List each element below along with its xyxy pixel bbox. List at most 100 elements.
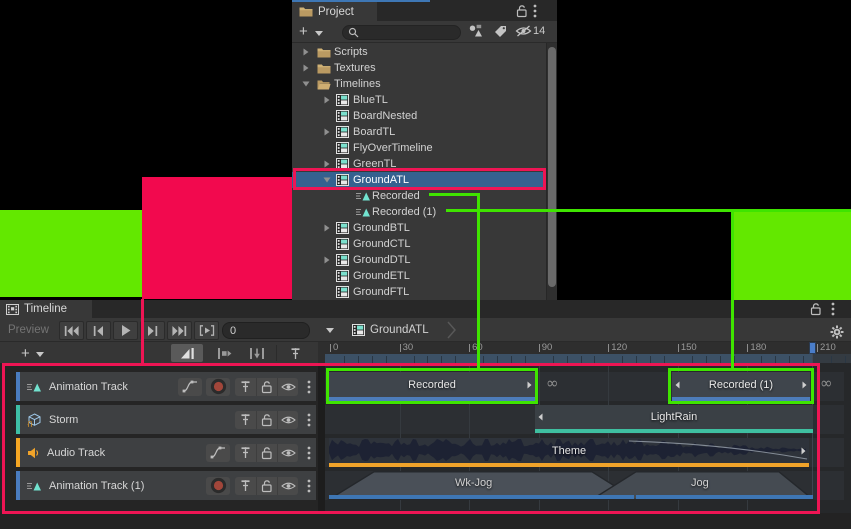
skip-end-button[interactable] <box>167 321 192 340</box>
ruler-tick <box>608 344 609 352</box>
tab-timeline[interactable]: Timeline <box>0 300 92 318</box>
breadcrumb[interactable]: GroundATL <box>370 324 429 336</box>
skip-start-icon <box>64 326 79 336</box>
ruler-minor-tick <box>414 356 415 363</box>
play-range-button[interactable] <box>194 321 219 340</box>
tree-item-label: GroundFTL <box>353 284 409 300</box>
timeline-asset-icon <box>336 236 349 252</box>
ruler-label: 30 <box>403 342 414 353</box>
screenshot-root: Project + 14 ScriptsTexturesTimelinesBlu… <box>0 0 851 529</box>
tree-item-label: GroundDTL <box>353 252 410 268</box>
annotation-green-line-recorded1-v <box>731 209 734 368</box>
add-track-caret-icon[interactable] <box>36 352 44 357</box>
ruler-minor-tick <box>761 356 762 363</box>
ruler-minor-tick <box>553 356 554 363</box>
ruler-tick <box>469 344 470 352</box>
project-tree-item-recorded[interactable]: Recorded <box>292 188 545 204</box>
tree-item-label: BlueTL <box>353 92 388 108</box>
ruler-minor-tick <box>525 356 526 363</box>
project-tree-item-recorded-1-[interactable]: Recorded (1) <box>292 204 545 220</box>
project-tree-item-groundbtl[interactable]: GroundBTL <box>292 220 545 236</box>
settings-gear-icon[interactable] <box>830 325 844 339</box>
toolbar-divider <box>276 345 277 361</box>
play-button[interactable] <box>113 321 138 340</box>
timeline-end-marker[interactable] <box>809 342 816 354</box>
project-tree-item-groundctl[interactable]: GroundCTL <box>292 236 545 252</box>
infinity-hold-icon: ∞ <box>820 374 833 392</box>
timeline-footer <box>0 513 851 529</box>
ruler-minor-tick <box>427 356 428 363</box>
ruler-minor-tick <box>511 356 512 363</box>
project-tree-item-bluetl[interactable]: BlueTL <box>292 92 545 108</box>
ruler-minor-tick <box>344 356 345 363</box>
timeline-asset-icon <box>336 108 349 124</box>
mix-mode-icon <box>180 348 195 359</box>
tree-item-label: BoardNested <box>353 108 417 124</box>
expand-arrow-icon[interactable] <box>323 252 331 268</box>
timeline-asset-icon <box>352 324 365 336</box>
ruler-label: 150 <box>681 342 697 353</box>
project-tree-item-grounddtl[interactable]: GroundDTL <box>292 252 545 268</box>
search-field[interactable] <box>342 25 461 40</box>
skip-start-button[interactable] <box>59 321 84 340</box>
project-tree-item-boardnested[interactable]: BoardNested <box>292 108 545 124</box>
ruler-minor-tick <box>594 356 595 363</box>
expand-arrow-icon[interactable] <box>323 124 331 140</box>
project-tree-item-groundftl[interactable]: GroundFTL <box>292 284 545 300</box>
expand-arrow-icon[interactable] <box>302 44 310 60</box>
ruler-minor-tick <box>803 356 804 363</box>
marker-track-toggle[interactable] <box>283 344 307 362</box>
ruler-label: 0 <box>333 342 338 353</box>
edit-mode-ripple-button[interactable] <box>210 344 238 362</box>
project-tree-item-timelines[interactable]: Timelines <box>292 76 545 92</box>
project-tree-item-textures[interactable]: Textures <box>292 60 545 76</box>
tree-item-label: GroundCTL <box>353 236 410 252</box>
expand-arrow-icon[interactable] <box>323 92 331 108</box>
ruler-label: 90 <box>542 342 553 353</box>
ruler-minor-tick <box>692 356 693 363</box>
game-view-green-block-right <box>731 211 851 300</box>
lock-open-icon[interactable] <box>810 302 822 316</box>
ruler-minor-tick <box>386 356 387 363</box>
caret-down-icon[interactable] <box>315 31 323 36</box>
annotation-green-line-recorded-v <box>477 193 480 368</box>
lock-open-icon[interactable] <box>516 4 528 18</box>
tree-item-label: Recorded <box>372 188 420 204</box>
game-view-magenta-block <box>142 177 292 299</box>
search-by-type-icon[interactable] <box>468 24 483 37</box>
expand-arrow-icon[interactable] <box>302 60 310 76</box>
ruler-minor-tick <box>664 356 665 363</box>
project-tree-item-flyovertimeline[interactable]: FlyOverTimeline <box>292 140 545 156</box>
add-track-button[interactable]: + <box>21 345 30 362</box>
search-icon <box>348 27 359 38</box>
search-input[interactable] <box>362 27 452 38</box>
project-tree-item-boardtl[interactable]: BoardTL <box>292 124 545 140</box>
animation-clip-icon <box>356 204 371 220</box>
expand-arrow-open-icon[interactable] <box>302 76 310 92</box>
edit-mode-mix-button[interactable] <box>171 344 203 362</box>
frame-field[interactable]: 0 <box>222 322 310 339</box>
skip-end-icon <box>172 326 187 336</box>
project-tab-label: Project <box>318 6 354 18</box>
kebab-menu-icon[interactable] <box>533 4 537 18</box>
ruler-label: 120 <box>611 342 627 353</box>
search-by-label-icon[interactable] <box>494 25 507 38</box>
project-tree-item-scripts[interactable]: Scripts <box>292 44 545 60</box>
timeline-asset-icon <box>336 220 349 236</box>
expand-arrow-icon[interactable] <box>323 220 331 236</box>
create-asset-button[interactable]: + <box>299 23 308 40</box>
ruler-minor-tick <box>650 356 651 363</box>
kebab-menu-icon[interactable] <box>831 302 835 316</box>
tree-item-label: FlyOverTimeline <box>353 140 433 156</box>
tab-project[interactable]: Project <box>292 2 377 21</box>
prev-frame-button[interactable] <box>86 321 111 340</box>
preview-toggle[interactable]: Preview <box>8 324 49 336</box>
project-scrollbar-thumb[interactable] <box>548 47 556 287</box>
frame-value: 0 <box>230 325 236 337</box>
project-tree-item-groundetl[interactable]: GroundETL <box>292 268 545 284</box>
hidden-count-toggle[interactable]: 14 <box>515 25 545 37</box>
ruler-tick <box>747 344 748 352</box>
folder-icon <box>299 6 313 17</box>
edit-mode-replace-button[interactable] <box>243 344 271 362</box>
frame-field-dropdown-icon[interactable] <box>326 328 334 333</box>
